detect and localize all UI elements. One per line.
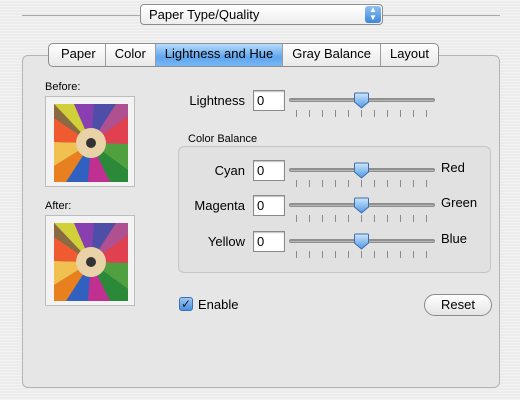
cyan-red-ticks [296,180,428,187]
popup-value: Paper Type/Quality [149,7,260,22]
lightness-slider-thumb[interactable] [354,92,369,109]
popup-separator-right [383,15,500,16]
lightness-ticks [296,110,428,117]
yellow-field[interactable]: 0 [253,231,285,252]
tab-color[interactable]: Color [104,44,155,66]
tab-gray-balance[interactable]: Gray Balance [282,44,380,66]
yellow-blue-slider-thumb[interactable] [354,233,369,250]
magenta-label: Magenta [194,198,245,213]
lightness-field[interactable]: 0 [253,90,285,111]
colored-pencils-image [54,223,128,301]
magenta-green-ticks [296,215,428,222]
cyan-red-slider-thumb[interactable] [354,162,369,179]
magenta-green-slider-thumb[interactable] [354,197,369,214]
tab-lightness-and-hue[interactable]: Lightness and Hue [154,44,283,66]
yellow-blue-ticks [296,251,428,258]
green-label: Green [441,195,478,210]
paper-type-quality-popup[interactable]: Paper Type/Quality ▲ ▼ [140,4,383,25]
yellow-label: Yellow [207,234,245,249]
tab-paper[interactable]: Paper [49,44,105,66]
popup-separator-left [22,15,140,16]
blue-label: Blue [441,231,468,246]
reset-button[interactable]: Reset [424,294,492,316]
tab-layout[interactable]: Layout [379,44,438,66]
magenta-field[interactable]: 0 [253,195,285,216]
after-preview-image [45,215,135,306]
cyan-label: Cyan [214,163,245,178]
color-balance-title: Color Balance [188,133,258,145]
lightness-label: Lightness [189,93,245,108]
red-label: Red [441,160,465,175]
cyan-field[interactable]: 0 [253,160,285,181]
updown-arrows-icon: ▲ ▼ [365,6,381,23]
tab-bar: Paper Color Lightness and Hue Gray Balan… [48,43,440,67]
before-preview-image [45,96,135,187]
colored-pencils-image [54,104,128,182]
checkmark-icon: ✓ [180,297,192,311]
after-label: After: [45,200,72,212]
enable-label[interactable]: Enable [198,297,238,312]
enable-checkbox[interactable]: ✓ [179,297,193,311]
before-label: Before: [45,81,81,93]
